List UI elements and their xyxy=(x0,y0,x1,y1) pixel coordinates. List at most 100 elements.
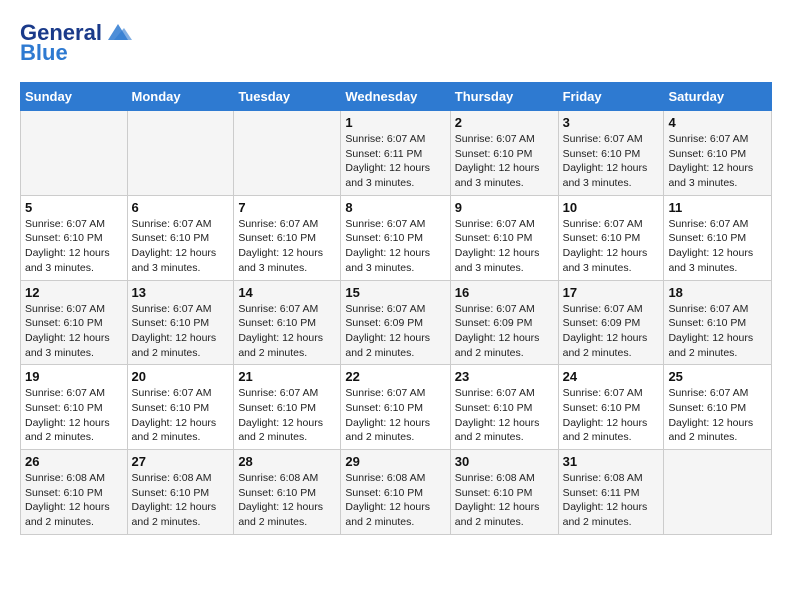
calendar-cell: 19 Sunrise: 6:07 AMSunset: 6:10 PMDayligh… xyxy=(21,365,128,450)
day-number: 18 xyxy=(668,285,767,300)
day-number: 16 xyxy=(455,285,554,300)
day-info: Sunrise: 6:07 AMSunset: 6:10 PMDaylight:… xyxy=(238,302,336,361)
calendar-cell: 24 Sunrise: 6:07 AMSunset: 6:10 PMDayligh… xyxy=(558,365,664,450)
day-info: Sunrise: 6:08 AMSunset: 6:10 PMDaylight:… xyxy=(238,471,336,530)
day-number: 3 xyxy=(563,115,660,130)
calendar-cell: 28Sunrise: 6:08 AMSunset: 6:10 PMDayligh… xyxy=(234,450,341,535)
day-info: Sunrise: 6:07 AMSunset: 6:10 PMDaylight:… xyxy=(345,386,445,445)
calendar-cell: 12Sunrise: 6:07 AMSunset: 6:10 PMDayligh… xyxy=(21,280,128,365)
day-info: Sunrise: 6:07 AMSunset: 6:10 PMDaylight:… xyxy=(668,217,767,276)
header-sunday: Sunday xyxy=(21,83,128,111)
calendar-cell: 21 Sunrise: 6:07 AMSunset: 6:10 PMDayligh… xyxy=(234,365,341,450)
header-thursday: Thursday xyxy=(450,83,558,111)
day-info: Sunrise: 6:08 AMSunset: 6:10 PMDaylight:… xyxy=(25,471,123,530)
calendar-cell xyxy=(127,111,234,196)
calendar-header-row: SundayMondayTuesdayWednesdayThursdayFrid… xyxy=(21,83,772,111)
day-info: Sunrise: 6:07 AMSunset: 6:10 PMDaylight:… xyxy=(345,217,445,276)
header-tuesday: Tuesday xyxy=(234,83,341,111)
day-number: 8 xyxy=(345,200,445,215)
day-number: 23 xyxy=(455,369,554,384)
logo: General Blue xyxy=(20,20,132,66)
day-number: 4 xyxy=(668,115,767,130)
day-number: 5 xyxy=(25,200,123,215)
day-number: 20 xyxy=(132,369,230,384)
day-info: Sunrise: 6:07 AMSunset: 6:10 PMDaylight:… xyxy=(668,132,767,191)
day-info: Sunrise: 6:07 AMSunset: 6:10 PMDaylight:… xyxy=(132,386,230,445)
week-row-4: 19 Sunrise: 6:07 AMSunset: 6:10 PMDayligh… xyxy=(21,365,772,450)
day-number: 2 xyxy=(455,115,554,130)
calendar-cell xyxy=(234,111,341,196)
day-number: 7 xyxy=(238,200,336,215)
day-info: Sunrise: 6:07 AMSunset: 6:10 PMDaylight:… xyxy=(668,302,767,361)
day-info: Sunrise: 6:07 AMSunset: 6:10 PMDaylight:… xyxy=(238,386,336,445)
week-row-2: 5 Sunrise: 6:07 AMSunset: 6:10 PMDaylight… xyxy=(21,195,772,280)
day-info: Sunrise: 6:07 AMSunset: 6:10 PMDaylight:… xyxy=(25,217,123,276)
calendar-cell: 26 Sunrise: 6:08 AMSunset: 6:10 PMDayligh… xyxy=(21,450,128,535)
day-number: 13 xyxy=(132,285,230,300)
day-number: 30 xyxy=(455,454,554,469)
header-saturday: Saturday xyxy=(664,83,772,111)
day-number: 10 xyxy=(563,200,660,215)
calendar-cell: 9 Sunrise: 6:07 AMSunset: 6:10 PMDaylight… xyxy=(450,195,558,280)
day-number: 6 xyxy=(132,200,230,215)
day-number: 12 xyxy=(25,285,123,300)
calendar-cell: 10 Sunrise: 6:07 AMSunset: 6:10 PMDayligh… xyxy=(558,195,664,280)
day-number: 14 xyxy=(238,285,336,300)
calendar-cell xyxy=(664,450,772,535)
day-info: Sunrise: 6:07 AMSunset: 6:10 PMDaylight:… xyxy=(455,386,554,445)
day-number: 19 xyxy=(25,369,123,384)
calendar-cell: 14 Sunrise: 6:07 AMSunset: 6:10 PMDayligh… xyxy=(234,280,341,365)
day-number: 25 xyxy=(668,369,767,384)
day-info: Sunrise: 6:07 AMSunset: 6:10 PMDaylight:… xyxy=(563,217,660,276)
day-number: 17 xyxy=(563,285,660,300)
day-info: Sunrise: 6:08 AMSunset: 6:10 PMDaylight:… xyxy=(345,471,445,530)
day-number: 31 xyxy=(563,454,660,469)
day-info: Sunrise: 6:07 AMSunset: 6:09 PMDaylight:… xyxy=(455,302,554,361)
day-number: 26 xyxy=(25,454,123,469)
day-number: 27 xyxy=(132,454,230,469)
day-info: Sunrise: 6:08 AMSunset: 6:11 PMDaylight:… xyxy=(563,471,660,530)
day-info: Sunrise: 6:07 AMSunset: 6:10 PMDaylight:… xyxy=(25,386,123,445)
calendar-cell: 30 Sunrise: 6:08 AMSunset: 6:10 PMDayligh… xyxy=(450,450,558,535)
calendar-cell: 4 Sunrise: 6:07 AMSunset: 6:10 PMDaylight… xyxy=(664,111,772,196)
calendar-cell: 18 Sunrise: 6:07 AMSunset: 6:10 PMDayligh… xyxy=(664,280,772,365)
week-row-3: 12 Sunrise: 6:07 AMSunset: 6:10 PMDayligh… xyxy=(21,280,772,365)
calendar-cell: 25 Sunrise: 6:07 AMSunset: 6:10 PMDayligh… xyxy=(664,365,772,450)
day-info: Sunrise: 6:07 AMSunset: 6:10 PMDaylight:… xyxy=(455,217,554,276)
day-number: 24 xyxy=(563,369,660,384)
day-number: 11 xyxy=(668,200,767,215)
day-info: Sunrise: 6:07 AMSunset: 6:09 PMDaylight:… xyxy=(345,302,445,361)
day-number: 9 xyxy=(455,200,554,215)
calendar-cell: 31 Sunrise: 6:08 AMSunset: 6:11 PMDayligh… xyxy=(558,450,664,535)
day-info: Sunrise: 6:07 AMSunset: 6:10 PMDaylight:… xyxy=(132,302,230,361)
week-row-5: 26 Sunrise: 6:08 AMSunset: 6:10 PMDayligh… xyxy=(21,450,772,535)
day-info: Sunrise: 6:08 AMSunset: 6:10 PMDaylight:… xyxy=(132,471,230,530)
calendar-cell: 1Sunrise: 6:07 AMSunset: 6:11 PMDaylight… xyxy=(341,111,450,196)
calendar-cell: 5 Sunrise: 6:07 AMSunset: 6:10 PMDaylight… xyxy=(21,195,128,280)
header-friday: Friday xyxy=(558,83,664,111)
day-number: 21 xyxy=(238,369,336,384)
day-number: 15 xyxy=(345,285,445,300)
day-info: Sunrise: 6:07 AMSunset: 6:10 PMDaylight:… xyxy=(455,132,554,191)
calendar-cell: 6 Sunrise: 6:07 AMSunset: 6:10 PMDaylight… xyxy=(127,195,234,280)
calendar-cell: 27 Sunrise: 6:08 AMSunset: 6:10 PMDayligh… xyxy=(127,450,234,535)
calendar-cell: 15 Sunrise: 6:07 AMSunset: 6:09 PMDayligh… xyxy=(341,280,450,365)
calendar-cell: 22Sunrise: 6:07 AMSunset: 6:10 PMDayligh… xyxy=(341,365,450,450)
day-info: Sunrise: 6:07 AMSunset: 6:10 PMDaylight:… xyxy=(132,217,230,276)
day-info: Sunrise: 6:07 AMSunset: 6:10 PMDaylight:… xyxy=(563,386,660,445)
calendar-cell: 23 Sunrise: 6:07 AMSunset: 6:10 PMDayligh… xyxy=(450,365,558,450)
day-info: Sunrise: 6:07 AMSunset: 6:10 PMDaylight:… xyxy=(238,217,336,276)
calendar-cell: 29 Sunrise: 6:08 AMSunset: 6:10 PMDayligh… xyxy=(341,450,450,535)
calendar-cell: 7 Sunrise: 6:07 AMSunset: 6:10 PMDaylight… xyxy=(234,195,341,280)
calendar-cell: 17 Sunrise: 6:07 AMSunset: 6:09 PMDayligh… xyxy=(558,280,664,365)
day-number: 29 xyxy=(345,454,445,469)
calendar-cell: 11 Sunrise: 6:07 AMSunset: 6:10 PMDayligh… xyxy=(664,195,772,280)
day-info: Sunrise: 6:07 AMSunset: 6:10 PMDaylight:… xyxy=(668,386,767,445)
day-info: Sunrise: 6:07 AMSunset: 6:09 PMDaylight:… xyxy=(563,302,660,361)
week-row-1: 1Sunrise: 6:07 AMSunset: 6:11 PMDaylight… xyxy=(21,111,772,196)
day-number: 1 xyxy=(345,115,445,130)
calendar-cell: 3Sunrise: 6:07 AMSunset: 6:10 PMDaylight… xyxy=(558,111,664,196)
day-info: Sunrise: 6:08 AMSunset: 6:10 PMDaylight:… xyxy=(455,471,554,530)
calendar-cell: 20 Sunrise: 6:07 AMSunset: 6:10 PMDayligh… xyxy=(127,365,234,450)
calendar-cell: 8 Sunrise: 6:07 AMSunset: 6:10 PMDaylight… xyxy=(341,195,450,280)
